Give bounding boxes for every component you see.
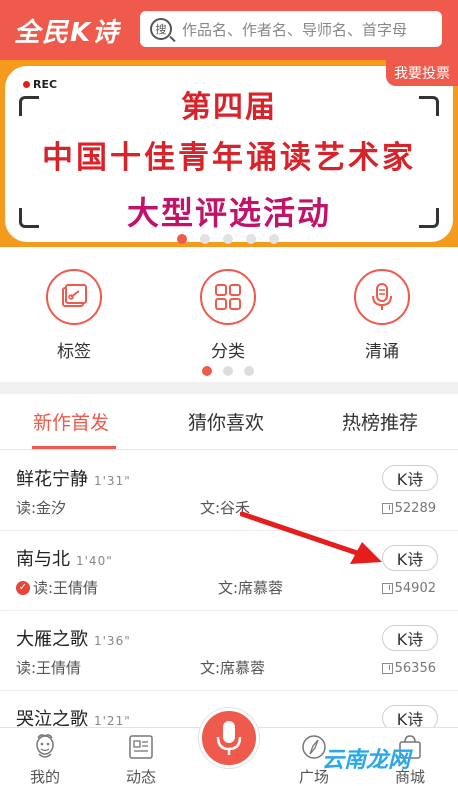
author: 文:席慕蓉 xyxy=(218,579,284,597)
annotation-arrow xyxy=(240,511,382,564)
tag-icon xyxy=(46,269,102,325)
reader: ✓ 读:王倩倩 xyxy=(16,577,98,598)
work-title-text: 大雁之歌 xyxy=(16,629,88,650)
banner-title-line3: 大型评选活动 xyxy=(126,194,331,232)
content-tabs: 新作首发 猜你喜欢 热榜推荐 xyxy=(0,394,458,450)
nav-label: 动态 xyxy=(125,768,156,786)
work-title: 大雁之歌 1'36" xyxy=(16,625,131,651)
k-poem-button[interactable]: K诗 xyxy=(382,625,438,651)
watermark: 云南龙网 xyxy=(322,748,411,773)
work-title: 南与北 1'40" xyxy=(16,545,113,571)
profile-icon xyxy=(31,734,59,760)
carousel-dot[interactable] xyxy=(269,234,279,244)
list-item[interactable]: 大雁之歌 1'36" 读:王倩倩 文:席慕蓉 K诗 56356 xyxy=(0,611,458,691)
page-dot[interactable] xyxy=(244,366,254,376)
microphone-icon xyxy=(216,721,242,755)
page-dot[interactable] xyxy=(202,366,212,376)
search-input[interactable]: 作品名、作者名、导师名、首字母 xyxy=(182,19,407,40)
carousel-dot[interactable] xyxy=(200,234,210,244)
category-classify[interactable]: 分类 xyxy=(178,269,278,362)
work-duration: 1'21" xyxy=(94,714,131,728)
active-tab-indicator xyxy=(32,446,116,449)
category-label: 分类 xyxy=(211,342,245,362)
work-duration: 1'36" xyxy=(94,634,131,648)
category-label: 标签 xyxy=(57,342,91,362)
feed-icon xyxy=(127,734,155,760)
download-icon xyxy=(381,583,393,594)
download-icon xyxy=(381,663,393,674)
download-count: 54902 xyxy=(381,581,436,596)
work-duration: 1'31" xyxy=(94,474,131,488)
page-dot[interactable] xyxy=(223,366,233,376)
record-button[interactable] xyxy=(199,708,259,768)
carousel-dot[interactable] xyxy=(246,234,256,244)
banner-card[interactable]: REC 我要投票 第四届 中国十佳青年诵读艺术家 大型评选活动 xyxy=(5,60,458,244)
tab-new-release[interactable]: 新作首发 xyxy=(33,408,109,435)
nav-item-profile[interactable]: 我的 xyxy=(10,734,80,786)
category-page-indicator xyxy=(202,366,254,376)
search-icon: 搜 xyxy=(150,18,172,40)
work-duration: 1'40" xyxy=(76,554,113,568)
banner-title-line1: 第四届 xyxy=(181,90,277,125)
download-count-value: 56356 xyxy=(394,661,436,676)
work-title: 鲜花宁静 1'31" xyxy=(16,465,131,491)
tab-recommended-for-you[interactable]: 猜你喜欢 xyxy=(188,408,264,435)
section-divider xyxy=(0,382,458,394)
reader: 读:王倩倩 xyxy=(16,659,82,677)
category-label: 清诵 xyxy=(365,342,399,362)
banner-title-line2: 中国十佳青年诵读艺术家 xyxy=(42,140,416,176)
carousel-indicator xyxy=(177,234,279,244)
work-title-text: 南与北 xyxy=(16,549,70,570)
reader: 读:金汐 xyxy=(16,499,67,517)
category-shortcuts: 标签 分类 清诵 xyxy=(0,247,458,382)
grid-icon xyxy=(200,269,256,325)
app-logo[interactable]: 全民K诗 xyxy=(14,12,120,49)
nav-item-feed[interactable]: 动态 xyxy=(106,734,176,786)
k-poem-button[interactable]: K诗 xyxy=(382,465,438,491)
download-count-value: 54902 xyxy=(394,581,436,596)
app-header: 全民K诗 搜 作品名、作者名、导师名、首字母 xyxy=(0,0,458,60)
category-recite[interactable]: 清诵 xyxy=(332,269,432,362)
carousel-dot[interactable] xyxy=(177,234,187,244)
download-count-value: 52289 xyxy=(394,501,436,516)
nav-label: 我的 xyxy=(29,768,60,786)
work-title-text: 鲜花宁静 xyxy=(16,469,88,490)
author: 文:席慕蓉 xyxy=(200,659,266,677)
tab-hot-list[interactable]: 热榜推荐 xyxy=(342,408,418,435)
search-bar[interactable]: 搜 作品名、作者名、导师名、首字母 xyxy=(140,11,442,47)
verified-check-icon: ✓ xyxy=(16,580,30,595)
category-tag[interactable]: 标签 xyxy=(24,269,124,362)
k-poem-button[interactable]: K诗 xyxy=(382,545,438,571)
microphone-icon xyxy=(354,269,410,325)
download-count: 56356 xyxy=(381,661,436,676)
carousel-dot[interactable] xyxy=(223,234,233,244)
promo-banner[interactable]: REC 我要投票 第四届 中国十佳青年诵读艺术家 大型评选活动 xyxy=(0,60,458,247)
reader-text: 读:王倩倩 xyxy=(33,579,99,597)
